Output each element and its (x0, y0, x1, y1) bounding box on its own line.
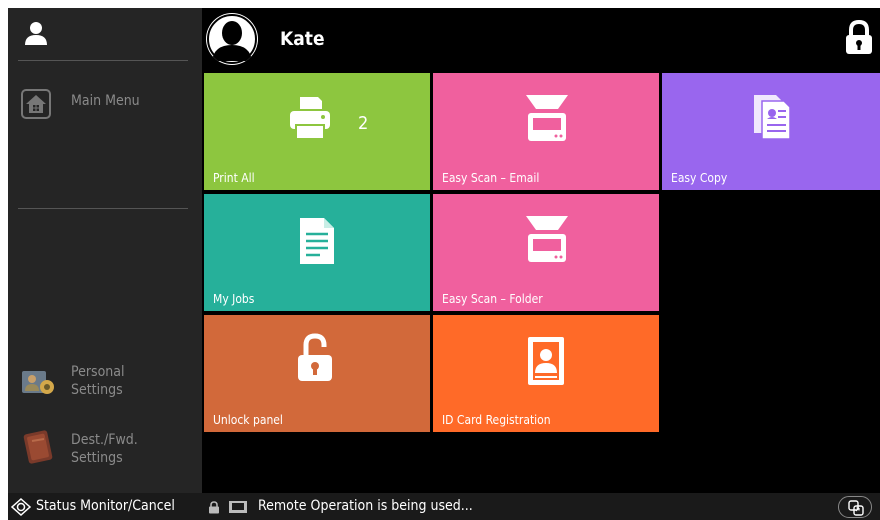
tile-print-all[interactable]: 2 Print All (204, 73, 430, 190)
user-name: Kate (280, 28, 325, 50)
sidebar-divider (18, 208, 188, 209)
avatar-silhouette-icon (207, 14, 257, 64)
status-monitor-icon (11, 498, 31, 516)
lock-icon[interactable] (844, 20, 874, 56)
user-icon-area[interactable] (8, 8, 202, 60)
monitor-icon (229, 501, 247, 513)
sidebar-item-label: Main Menu (71, 93, 140, 109)
bottom-status-bar: Status Monitor/Cancel Remote Operation i… (8, 493, 880, 520)
tile-label: Unlock panel (213, 413, 283, 427)
sidebar-item-label: Personal Settings (71, 364, 125, 398)
tile-label: My Jobs (213, 292, 255, 306)
scanner-icon (526, 216, 568, 262)
sidebar-item-personal-settings[interactable]: Personal Settings (8, 361, 202, 421)
device-screen: Main Menu Personal Settings Dest./Fwd. S… (8, 8, 880, 520)
tile-label: ID Card Registration (442, 413, 551, 427)
personal-settings-icon (22, 371, 54, 394)
copy-icon (754, 95, 791, 140)
status-monitor-button[interactable]: Status Monitor/Cancel (8, 493, 202, 520)
id-card-icon (528, 337, 564, 385)
sidebar-item-main-menu[interactable]: Main Menu (8, 86, 202, 146)
tile-easy-copy[interactable]: Easy Copy (662, 73, 880, 190)
tile-label: Print All (213, 171, 255, 185)
avatar (206, 13, 258, 65)
small-lock-icon (209, 501, 219, 514)
document-icon (300, 218, 334, 264)
scanner-icon (526, 95, 568, 141)
tile-label: Easy Scan – Email (442, 171, 540, 185)
sidebar-item-dest-fwd-settings[interactable]: Dest./Fwd. Settings (8, 429, 202, 489)
sidebar-item-label: Dest./Fwd. Settings (71, 432, 138, 466)
remote-operation-button[interactable] (838, 496, 872, 518)
print-job-count: 2 (358, 113, 369, 134)
remote-operation-message: Remote Operation is being used... (258, 498, 473, 514)
tile-easy-scan-email[interactable]: Easy Scan – Email (433, 73, 659, 190)
tile-easy-scan-folder[interactable]: Easy Scan – Folder (433, 194, 659, 311)
unlock-icon (298, 333, 332, 381)
sidebar: Main Menu Personal Settings Dest./Fwd. S… (8, 8, 202, 493)
address-book-icon (23, 430, 53, 464)
tile-id-card-registration[interactable]: ID Card Registration (433, 315, 659, 432)
tile-unlock-panel[interactable]: Unlock panel (204, 315, 430, 432)
user-icon (25, 22, 47, 45)
tile-label: Easy Copy (671, 171, 728, 185)
sidebar-divider (18, 60, 188, 61)
header: Kate (202, 8, 880, 72)
status-monitor-label: Status Monitor/Cancel (36, 498, 175, 514)
home-icon (21, 89, 51, 119)
remote-operation-icon (848, 500, 864, 516)
tile-label: Easy Scan – Folder (442, 292, 543, 306)
tile-my-jobs[interactable]: My Jobs (204, 194, 430, 311)
printer-icon (290, 97, 330, 139)
